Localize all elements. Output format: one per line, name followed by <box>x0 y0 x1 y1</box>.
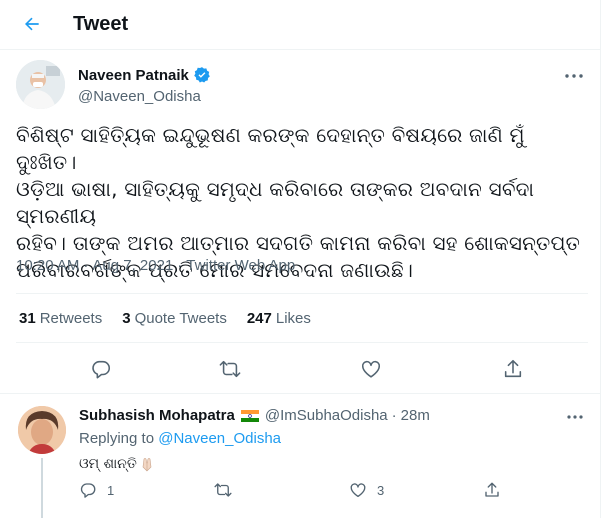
more-icon <box>567 415 583 419</box>
retweet-icon <box>219 360 241 378</box>
avatar[interactable] <box>16 60 65 109</box>
more-icon <box>565 74 583 78</box>
retweets-stat[interactable]: 31 Retweets <box>19 310 102 327</box>
top-header: Tweet <box>0 0 601 49</box>
tweet-meta: 10:20 AM · Aug 7, 2021 · Twitter Web App <box>16 257 295 274</box>
tweet-text-line: ଓଡ଼ିଆ ଭାଷା, ସାହିତ୍ୟକୁ ସମୃଦ୍ଧ କରିବାରେ ତାଙ… <box>16 177 535 228</box>
thread-line <box>41 458 43 518</box>
reply-button[interactable] <box>88 356 114 382</box>
reply-text: ଓମ୍ ଶାନ୍ତି <box>79 456 155 472</box>
author-photo-icon <box>16 60 65 109</box>
reply-author-photo-icon <box>18 406 66 454</box>
tweet-actions <box>16 352 588 386</box>
likes-count: 247 <box>246 310 272 327</box>
reply-retweet-button[interactable] <box>213 481 243 499</box>
stats-divider <box>16 342 588 343</box>
tweet-text-line: ବିଶିଷ୍ଟ ସାହିତ୍ୟିକ ଇନ୍ଦୁଭୂଷଣ କରଙ୍କ ଦେହାନ୍… <box>16 123 525 174</box>
tweet-author: Naveen Patnaik @Naveen_Odisha <box>16 60 588 112</box>
meta-separator: · <box>177 257 183 274</box>
reply-share-button[interactable] <box>483 481 501 499</box>
retweets-count: 31 <box>19 310 36 327</box>
comment-icon <box>92 360 111 379</box>
tweet-source[interactable]: Twitter Web App <box>186 257 295 274</box>
share-button[interactable] <box>500 356 526 382</box>
retweets-label: Retweets <box>39 310 103 327</box>
actions-divider <box>0 393 600 394</box>
verified-badge-icon <box>194 67 210 83</box>
meta-divider <box>16 293 588 294</box>
replying-to: Replying to @Naveen_Odisha <box>79 430 281 447</box>
replying-mention[interactable]: @Naveen_Odisha <box>158 430 281 447</box>
replying-prefix: Replying to <box>79 430 155 447</box>
quotes-count: 3 <box>122 310 131 327</box>
more-options-button[interactable] <box>562 66 586 86</box>
meta-separator: · <box>83 257 89 274</box>
reply-reply-button[interactable]: 1 <box>79 481 114 499</box>
back-arrow-icon <box>25 17 39 31</box>
reply-more-button[interactable] <box>563 408 587 426</box>
reply-separator: · <box>391 407 397 424</box>
reply-tweet[interactable]: Subhasish Mohapatra @ImSubhaOdisha · 28m… <box>0 396 600 518</box>
author-name[interactable]: Naveen Patnaik <box>78 67 189 84</box>
tweet-stats: 31 Retweets 3 Quote Tweets 247 Likes <box>19 310 311 327</box>
retweet-button[interactable] <box>217 356 243 382</box>
reply-like-count: 3 <box>377 482 385 498</box>
reply-count: 1 <box>107 482 115 498</box>
heart-icon <box>361 360 381 378</box>
reply-actions: 1 3 <box>79 481 519 505</box>
reply-author-name[interactable]: Subhasish Mohapatra <box>79 407 235 424</box>
reply-text-content: ଓମ୍ ଶାନ୍ତି <box>79 456 137 472</box>
folded-hands-icon <box>142 457 152 472</box>
tweet-text-line: ରହିବ। ତାଙ୍କ ଅମର ଆତ୍ମାର ସଦଗତି କାମନା କରିବା… <box>16 231 581 255</box>
likes-stat[interactable]: 247 Likes <box>247 310 311 327</box>
reply-avatar[interactable] <box>18 406 66 454</box>
share-icon <box>485 482 499 497</box>
like-button[interactable] <box>358 356 384 382</box>
author-name-row[interactable]: Naveen Patnaik <box>78 66 211 84</box>
header-divider <box>0 49 600 50</box>
reply-time[interactable]: 28m <box>401 407 430 424</box>
share-icon <box>504 359 522 378</box>
reply-like-button[interactable]: 3 <box>349 481 384 499</box>
back-button[interactable] <box>18 10 46 38</box>
heart-icon <box>350 483 366 498</box>
reply-author-handle[interactable]: @ImSubhaOdisha <box>265 407 388 424</box>
column-border <box>600 0 601 518</box>
author-handle[interactable]: @Naveen_Odisha <box>78 88 201 105</box>
page-title: Tweet <box>73 13 129 35</box>
comment-icon <box>80 483 96 498</box>
tweet-date[interactable]: Aug 7, 2021 <box>92 257 173 274</box>
likes-label: Likes <box>275 310 311 327</box>
quotes-stat[interactable]: 3 Quote Tweets <box>122 310 227 327</box>
reply-header: Subhasish Mohapatra @ImSubhaOdisha · 28m <box>79 407 430 424</box>
tweet-time[interactable]: 10:20 AM <box>16 257 79 274</box>
quotes-label: Quote Tweets <box>134 310 227 327</box>
retweet-icon <box>214 483 232 497</box>
india-flag-icon <box>240 409 259 422</box>
